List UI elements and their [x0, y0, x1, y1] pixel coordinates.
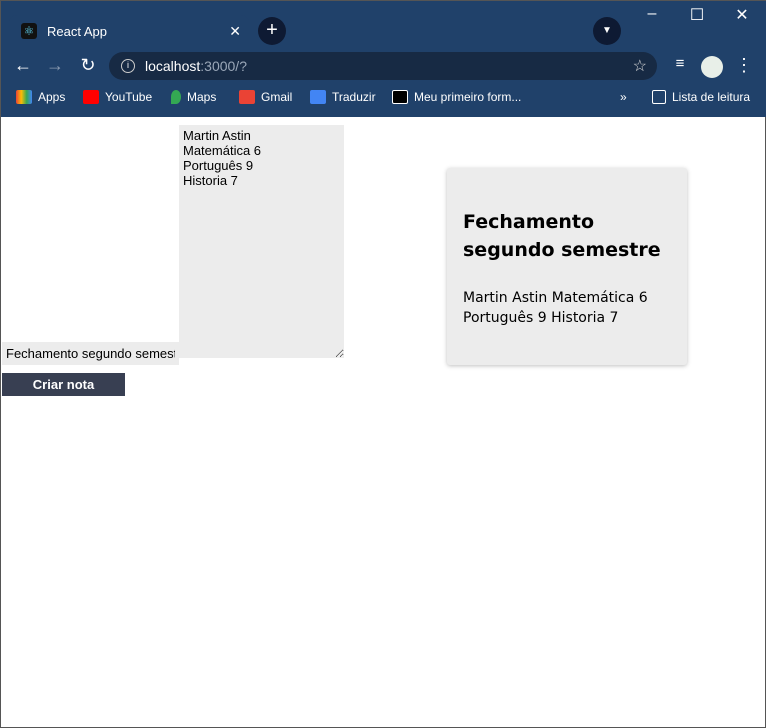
more-bookmarks-icon[interactable]: »	[620, 90, 627, 104]
bookmarks-bar: Apps YouTube Maps Gmail Traduzir Meu pri…	[1, 87, 766, 111]
gmail-icon	[239, 90, 255, 104]
tab-react-app[interactable]: ⚛ React App ✕	[9, 15, 249, 47]
maps-icon	[171, 90, 181, 104]
bookmark-youtube[interactable]: YouTube	[83, 90, 152, 104]
reading-list-icon	[652, 90, 666, 104]
menu-icon[interactable]: ⋮	[732, 55, 756, 76]
forward-button[interactable]: →	[43, 55, 67, 76]
note-title-input[interactable]	[2, 342, 179, 365]
minimize-button[interactable]: –	[637, 5, 667, 23]
apps-grid-icon	[16, 90, 32, 104]
create-note-button[interactable]: Criar nota	[2, 373, 125, 396]
media-control-icon[interactable]: ≡	[668, 55, 692, 72]
note-text-input[interactable]	[179, 125, 344, 358]
close-tab-icon[interactable]: ✕	[229, 23, 241, 40]
bookmark-traduzir[interactable]: Traduzir	[310, 90, 376, 104]
info-icon[interactable]: i	[121, 59, 135, 73]
new-tab-button[interactable]: +	[258, 17, 286, 45]
note-title: Fechamento segundo semestre	[463, 211, 661, 261]
browser-chrome: ⚛ React App ✕ + ▼ – ☐ ✕ ← → ↻ i localhos…	[1, 1, 766, 117]
bookmark-maps[interactable]: Maps	[171, 90, 216, 104]
note-card: Fechamento segundo semestre Martin Astin…	[447, 168, 687, 365]
avatar[interactable]	[701, 56, 723, 78]
url-host: localhost	[145, 58, 201, 74]
react-icon: ⚛	[21, 23, 37, 39]
maximize-button[interactable]: ☐	[682, 5, 712, 25]
address-bar[interactable]: i localhost:3000/? ☆	[109, 52, 657, 80]
reading-list-button[interactable]: Lista de leitura	[652, 90, 750, 104]
close-window-button[interactable]: ✕	[727, 5, 757, 25]
form-icon	[392, 90, 408, 104]
tab-title: React App	[47, 23, 107, 39]
tab-search-button[interactable]: ▼	[593, 17, 621, 45]
bookmark-gmail[interactable]: Gmail	[239, 90, 292, 104]
bookmark-apps[interactable]: Apps	[16, 90, 65, 104]
url-rest: :3000/?	[200, 58, 247, 74]
bookmark-form[interactable]: Meu primeiro form...	[392, 90, 521, 104]
note-text: Martin Astin Matemática 6 Português 9 Hi…	[463, 290, 648, 326]
bookmark-star-icon[interactable]: ☆	[633, 56, 647, 76]
youtube-icon	[83, 90, 99, 104]
back-button[interactable]: ←	[11, 55, 35, 76]
reload-button[interactable]: ↻	[76, 55, 100, 76]
translate-icon	[310, 90, 326, 104]
